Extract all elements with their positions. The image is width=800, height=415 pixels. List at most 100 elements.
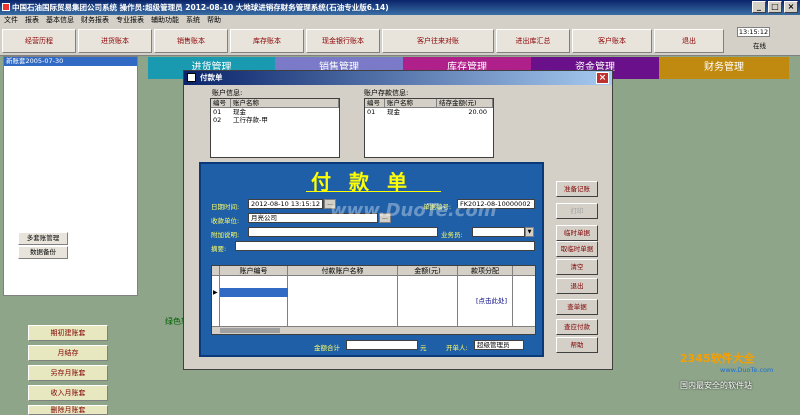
watermark-brand: 2345软件大全 [680, 352, 755, 365]
total-unit: 元 [420, 344, 427, 352]
note-field[interactable] [248, 227, 438, 237]
grid-column-amount: 金额(元) [398, 266, 458, 326]
cell-balance: 20.00 [468, 108, 487, 116]
list-item[interactable]: 新账套2005-07-30 [4, 57, 137, 66]
maximize-button[interactable]: □ [768, 1, 782, 13]
opener-label: 开单人: [446, 344, 468, 352]
toolbar-io-summary-button[interactable]: 进出库汇总 [496, 29, 570, 53]
clerk-label: 业务员: [441, 231, 463, 239]
menu-reports[interactable]: 报表 [25, 15, 39, 26]
toolbar-stock-button[interactable]: 库存账本 [230, 29, 304, 53]
account-info-label: 账户信息: [212, 89, 243, 97]
dialog-title: 付款单 [200, 73, 223, 82]
grid-indicator-column [212, 266, 220, 326]
column-header: 款项分配 [471, 267, 499, 275]
column-header: 编号 [365, 99, 385, 107]
query-payable-button[interactable]: 查应付款 [556, 319, 598, 335]
column-header: 账户名称 [231, 99, 339, 107]
column-header: 金额(元) [414, 267, 441, 275]
title-bar: 中国石油国际贸易集团公司系统 操作员:超级管理员 2012-08-10 大地球进… [0, 0, 800, 15]
watermark-center: www.DuoTe.com [330, 200, 497, 221]
table-row[interactable]: 01 现金 20.00 [365, 108, 493, 116]
multi-account-button[interactable]: 多套账管理 [18, 232, 68, 245]
account-info-table[interactable]: 编号 账户名称 01 现金 02 工行存款-甲 [210, 98, 340, 158]
toolbar-customer-reconcile-button[interactable]: 客户往来对账 [382, 29, 494, 53]
clear-button[interactable]: 清空 [556, 259, 598, 275]
window-title: 中国石油国际贸易集团公司系统 操作员:超级管理员 2012-08-10 大地球进… [12, 3, 389, 12]
opener-field: 超级管理员 [474, 340, 524, 350]
cell-code: 01 [367, 108, 376, 116]
column-header: 账户名称 [385, 99, 437, 107]
toolbar-purchase-button[interactable]: 进货账本 [78, 29, 152, 53]
menu-system[interactable]: 系统 [186, 15, 200, 26]
row-marker-icon: ▶ [213, 289, 218, 296]
fetch-temp-document-button[interactable]: 取临时单据 [556, 241, 598, 257]
document-icon [187, 73, 196, 82]
cell-name: 现金 [387, 108, 400, 116]
note-label: 附加说明: [211, 231, 240, 239]
print-button[interactable]: 打印 [556, 203, 598, 219]
online-status: 在线 [753, 42, 766, 50]
cell-code: 02 [213, 116, 222, 124]
column-header: 账户编号 [239, 267, 268, 275]
save-month-account-button[interactable]: 另存月账套 [28, 365, 108, 381]
prepare-posting-button[interactable]: 准备记账 [556, 181, 598, 197]
payee-label: 收款单位: [211, 217, 240, 225]
clock-display: 13:15:12 [737, 27, 770, 37]
menu-file[interactable]: 文件 [4, 15, 18, 26]
toolbar-cash-bank-button[interactable]: 现金银行账本 [306, 29, 380, 53]
dialog-close-button[interactable]: × [596, 72, 609, 84]
initial-account-button[interactable]: 期初建账套 [28, 325, 108, 341]
account-balance-table[interactable]: 编号 账户名称 结存金额(元) 01 现金 20.00 [364, 98, 494, 158]
cell-name: 现金 [233, 108, 246, 116]
toolbar-exit-button[interactable]: 退出 [654, 29, 724, 53]
scrollbar-thumb[interactable] [220, 328, 280, 333]
delete-month-account-button[interactable]: 删除月账套 [28, 405, 108, 415]
menu-bar: 文件 报表 基本信息 财务报表 专业报表 辅助功能 系统 帮助 [0, 15, 800, 26]
table-row[interactable]: 02 工行存款-甲 [211, 116, 339, 124]
account-set-list[interactable]: 新账套2005-07-30 多套账管理 数据备份 [3, 56, 138, 296]
menu-basic-info[interactable]: 基本信息 [46, 15, 74, 26]
total-field [346, 340, 418, 350]
cell-code: 01 [213, 108, 222, 116]
menu-pro-reports[interactable]: 专业报表 [116, 15, 144, 26]
grid-horizontal-scrollbar[interactable] [212, 326, 535, 334]
menu-finance-reports[interactable]: 财务报表 [81, 15, 109, 26]
toolbar-history-button[interactable]: 经营历程 [2, 29, 76, 53]
total-label: 金额合计 [314, 344, 340, 352]
toolbar: 经营历程 进货账本 销售账本 库存账本 现金银行账本 客户往来对账 进出库汇总 … [0, 26, 800, 56]
income-month-account-button[interactable]: 收入月账套 [28, 385, 108, 401]
help-button[interactable]: 帮助 [556, 337, 598, 353]
cell-name: 工行存款-甲 [233, 116, 268, 124]
toolbar-sales-button[interactable]: 销售账本 [154, 29, 228, 53]
column-header: 编号 [211, 99, 231, 107]
allocation-click-link[interactable]: [点击此处] [476, 295, 507, 305]
clerk-select[interactable] [472, 227, 525, 237]
watermark-slogan: 国内最安全的软件站 [680, 381, 752, 390]
watermark-url: www.DuoTe.com [720, 366, 774, 374]
title-underline [306, 191, 441, 192]
summary-label: 摘要: [211, 245, 227, 253]
menu-help[interactable]: 帮助 [207, 15, 221, 26]
payment-grid[interactable]: 账户编号 付款账户名称 金额(元) 款项分配 ▶ [点击此处] [211, 265, 536, 335]
query-document-button[interactable]: 查单据 [556, 299, 598, 315]
temp-document-button[interactable]: 临时单据 [556, 225, 598, 241]
month-close-button[interactable]: 月结存 [28, 345, 108, 361]
close-button[interactable]: × [784, 1, 798, 13]
minimize-button[interactable]: _ [752, 1, 766, 13]
table-row[interactable]: 01 现金 [211, 108, 339, 116]
account-balance-label: 账户存款信息: [364, 89, 409, 97]
date-field[interactable]: 2012-08-10 13:15:12 [248, 199, 323, 209]
grid-column-name: 付款账户名称 [288, 266, 398, 326]
chevron-down-icon[interactable]: ▼ [525, 227, 534, 237]
selected-cell[interactable] [220, 288, 288, 297]
column-header: 结存金额(元) [437, 99, 493, 107]
tab-finance[interactable]: 财务管理 [659, 57, 789, 79]
menu-tools[interactable]: 辅助功能 [151, 15, 179, 26]
app-icon [2, 3, 10, 11]
exit-button[interactable]: 退出 [556, 278, 598, 294]
summary-field[interactable] [235, 241, 535, 251]
data-backup-button[interactable]: 数据备份 [18, 246, 68, 259]
toolbar-customer-book-button[interactable]: 客户账本 [572, 29, 652, 53]
dialog-title-bar: 付款单 × [184, 71, 612, 85]
